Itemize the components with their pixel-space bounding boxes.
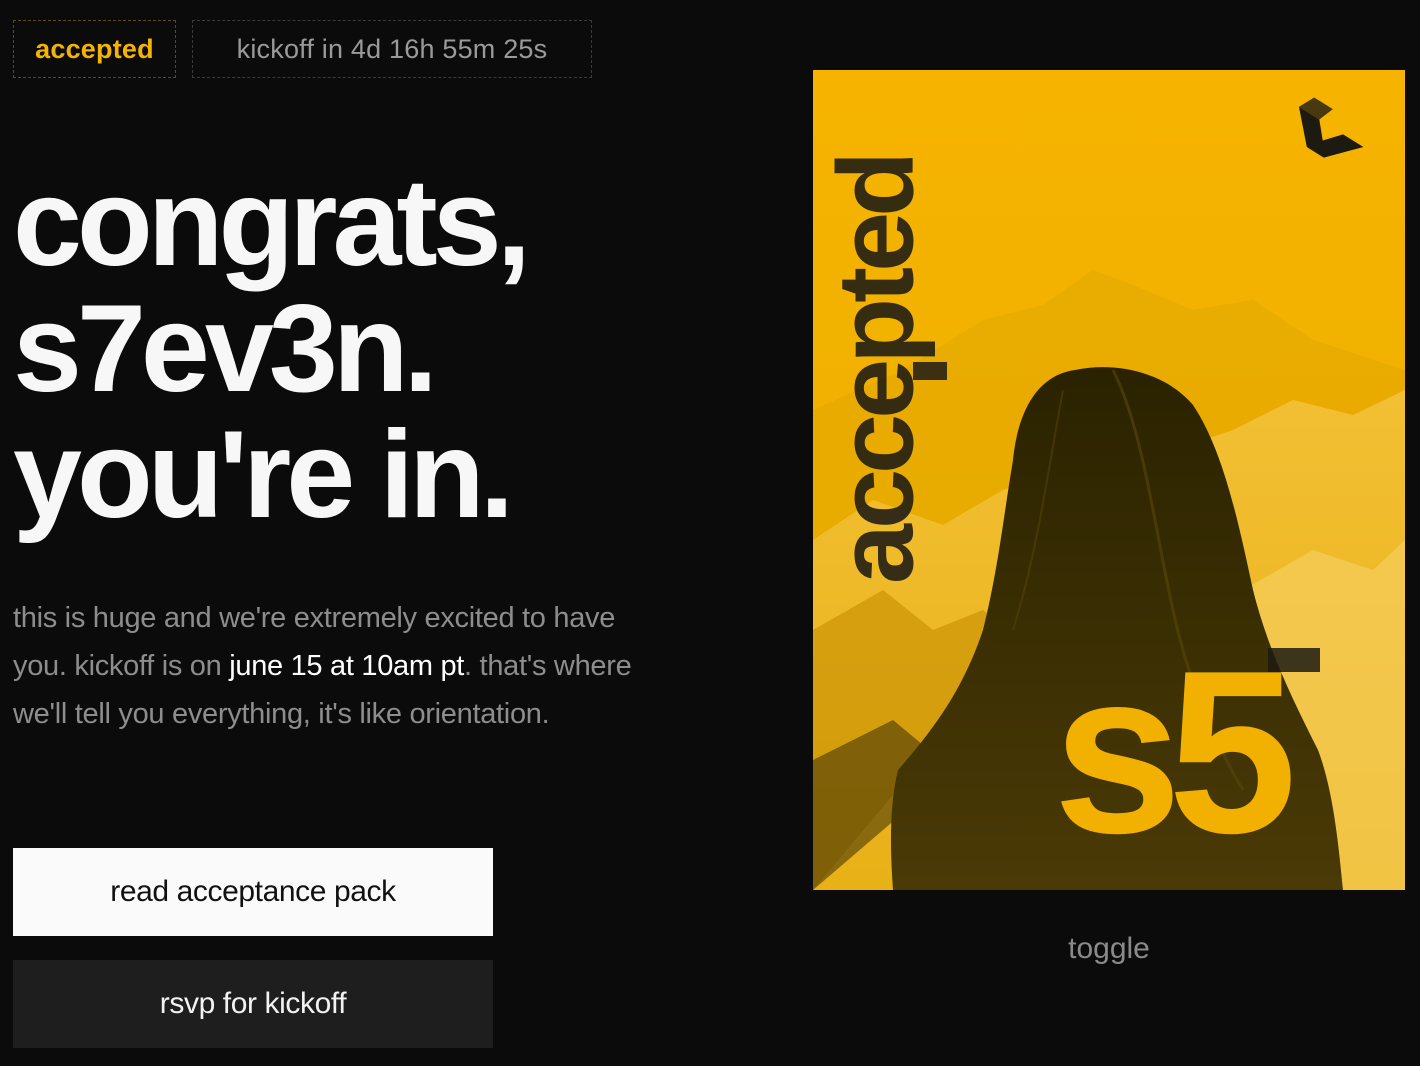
poster-artwork: accepted s5 <box>813 70 1405 890</box>
page-title: congrats, s7ev3n. you're in. <box>13 154 531 544</box>
accepted-badge: accepted <box>13 20 176 78</box>
poster-toggle[interactable]: toggle <box>1009 932 1209 966</box>
rsvp-kickoff-label: rsvp for kickoff <box>159 987 347 1020</box>
acceptance-poster: accepted s5 <box>813 70 1405 890</box>
welcome-message: this is huge and we're extremely excited… <box>13 594 653 738</box>
headline-line-1: congrats, <box>13 154 531 292</box>
rsvp-kickoff-button[interactable]: rsvp for kickoff <box>13 960 493 1048</box>
poster-glitch-bar <box>913 362 947 380</box>
read-acceptance-pack-label: read acceptance pack <box>110 875 396 908</box>
poster-glitch-bar <box>1268 648 1320 672</box>
poster-season-text: s5 <box>1053 623 1291 882</box>
kickoff-countdown: kickoff in 4d 16h 55m 25s <box>192 20 592 78</box>
read-acceptance-pack-button[interactable]: read acceptance pack <box>13 848 493 936</box>
headline-line-3: you're in. <box>13 406 514 544</box>
acceptance-page: accepted kickoff in 4d 16h 55m 25s congr… <box>0 0 1420 1066</box>
headline-line-2: s7ev3n. <box>13 280 438 418</box>
kickoff-countdown-text: kickoff in 4d 16h 55m 25s <box>236 33 548 64</box>
kickoff-date: june 15 at 10am pt <box>229 650 465 682</box>
accepted-badge-label: accepted <box>35 33 154 64</box>
